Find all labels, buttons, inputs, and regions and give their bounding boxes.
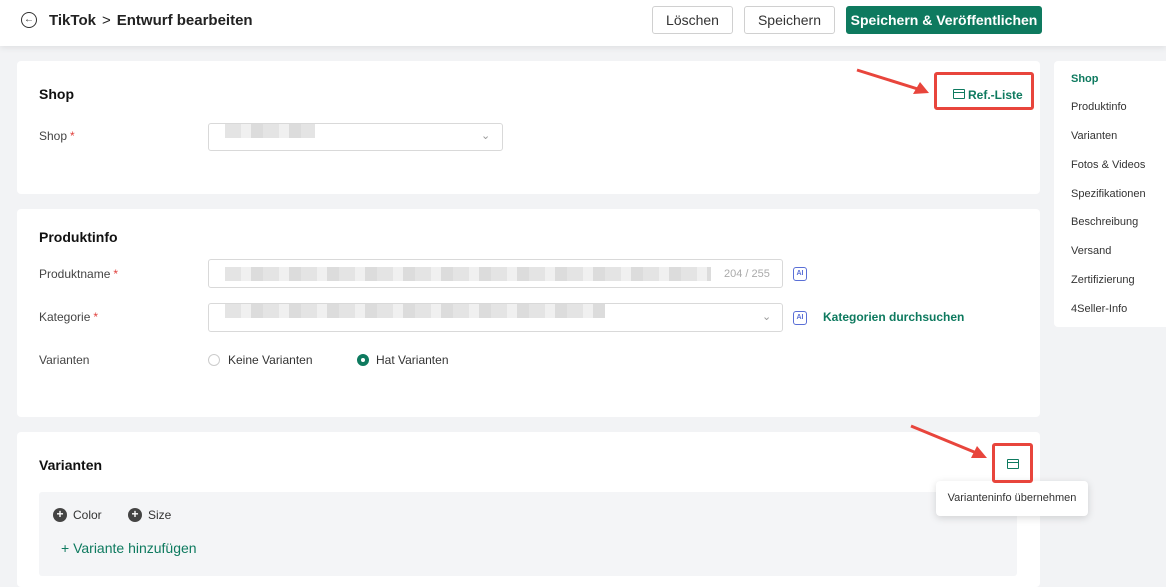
annotation-arrow-ref-list <box>856 68 929 94</box>
variants-section-title: Varianten <box>39 457 103 473</box>
category-select[interactable]: ⌄ <box>208 303 783 332</box>
product-section-title: Produktinfo <box>39 229 118 245</box>
shop-field-label: Shop * <box>39 129 75 143</box>
nav-item-certification[interactable]: Zertifizierung <box>1071 274 1135 286</box>
add-variant-button[interactable]: + Variante hinzufügen <box>61 540 197 556</box>
annotation-arrow-variant-info <box>910 424 987 458</box>
nav-item-shop[interactable]: Shop <box>1071 73 1099 85</box>
shop-select[interactable]: ⌄ <box>208 123 503 151</box>
add-size-icon[interactable]: + <box>128 508 142 522</box>
product-name-input[interactable]: 204 / 255 <box>208 259 783 288</box>
attr-size-label[interactable]: Size <box>148 508 171 522</box>
product-info-card: Produktinfo Produktname * 204 / 255 AI Ka… <box>17 209 1040 417</box>
blurred-shop-name <box>225 124 315 138</box>
radio-no-variants[interactable] <box>208 354 220 366</box>
nav-item-description[interactable]: Beschreibung <box>1071 216 1138 228</box>
back-arrow-icon[interactable]: ← <box>21 12 37 28</box>
breadcrumb: TikTok > Entwurf bearbeiten <box>49 12 253 29</box>
nav-item-shipping[interactable]: Versand <box>1071 245 1111 257</box>
has-variants-label[interactable]: Hat Varianten <box>376 353 449 367</box>
chevron-down-icon: ⌄ <box>481 130 491 142</box>
blurred-category <box>225 304 605 318</box>
delete-button[interactable]: Löschen <box>652 6 733 34</box>
shop-section-title: Shop <box>39 86 74 102</box>
breadcrumb-root[interactable]: TikTok <box>49 12 96 29</box>
category-label: Kategorie * <box>39 310 99 324</box>
nav-item-specifications[interactable]: Spezifikationen <box>1071 188 1146 200</box>
blurred-product-name <box>225 267 711 281</box>
section-nav: Shop Produktinfo Varianten Fotos & Video… <box>1054 61 1166 327</box>
search-categories-link[interactable]: Kategorien durchsuchen <box>823 310 964 324</box>
nav-item-variants[interactable]: Varianten <box>1071 130 1117 142</box>
page-title: Entwurf bearbeiten <box>116 12 253 29</box>
variant-info-tooltip: Varianteninfo übernehmen <box>936 481 1088 516</box>
variants-card: Varianten + Color + Size + Variante hinz… <box>17 432 1040 587</box>
chevron-down-icon: ⌄ <box>762 311 772 323</box>
nav-item-photos-videos[interactable]: Fotos & Videos <box>1071 159 1145 171</box>
ai-icon[interactable]: AI <box>793 311 807 325</box>
add-color-icon[interactable]: + <box>53 508 67 522</box>
variant-attributes-area: + Color + Size + Variante hinzufügen <box>39 492 1017 576</box>
product-name-counter: 204 / 255 <box>724 268 770 280</box>
save-publish-button[interactable]: Speichern & Veröffentlichen <box>846 6 1042 34</box>
breadcrumb-separator: > <box>101 12 111 29</box>
top-bar: ← TikTok > Entwurf bearbeiten Löschen Spei… <box>0 0 1166 46</box>
product-name-label: Produktname * <box>39 267 119 281</box>
annotation-box-ref-list <box>934 72 1034 110</box>
annotation-box-variant-info <box>992 443 1033 483</box>
variants-option-label: Varianten <box>39 353 90 367</box>
ai-icon[interactable]: AI <box>793 267 807 281</box>
nav-item-product-info[interactable]: Produktinfo <box>1071 101 1127 113</box>
no-variants-label[interactable]: Keine Varianten <box>228 353 313 367</box>
radio-has-variants[interactable] <box>357 354 369 366</box>
attr-color-label[interactable]: Color <box>73 508 102 522</box>
nav-item-4seller-info[interactable]: 4Seller-Info <box>1071 303 1127 315</box>
save-button[interactable]: Speichern <box>744 6 835 34</box>
